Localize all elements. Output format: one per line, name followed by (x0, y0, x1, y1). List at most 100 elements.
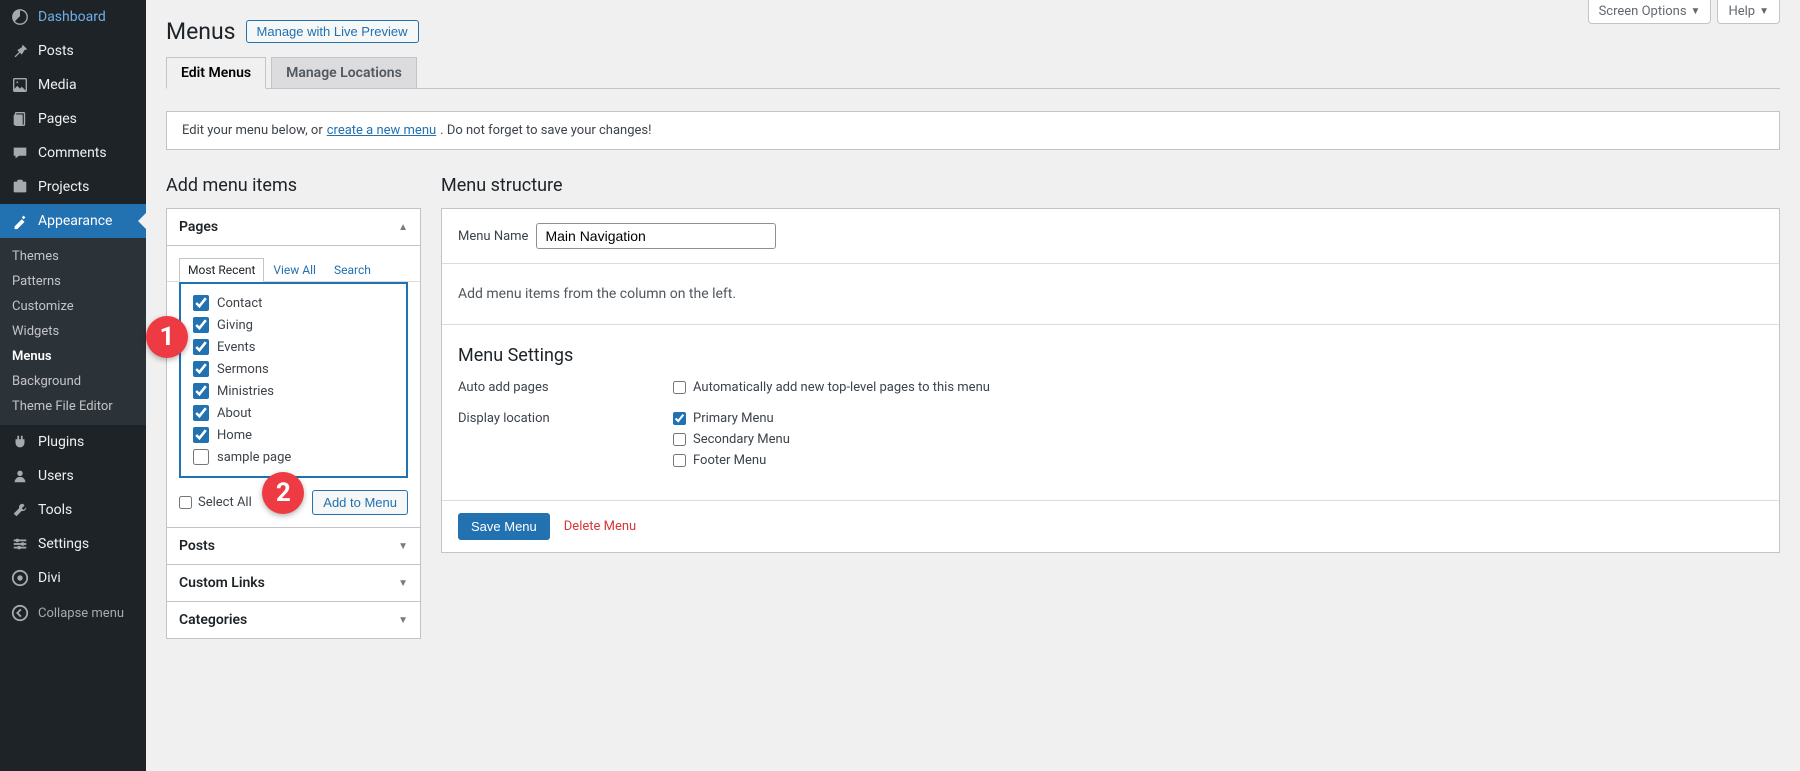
sidebar-sub-patterns[interactable]: Patterns (0, 269, 146, 294)
settings-icon (10, 534, 30, 554)
appearance-icon (10, 211, 30, 231)
menu-empty-message: Add menu items from the column on the le… (442, 264, 1779, 325)
display-location-option[interactable]: Secondary Menu (673, 432, 790, 447)
sidebar-sub-background[interactable]: Background (0, 369, 146, 394)
metabox-pages: Pages ▲ 1 Most Recent View All Search Co… (166, 208, 421, 527)
select-all-control[interactable]: Select All (179, 495, 252, 510)
sidebar-submenu-appearance: ThemesPatternsCustomizeWidgetsMenusBackg… (0, 238, 146, 425)
chevron-down-icon: ▼ (398, 541, 408, 552)
page-item-checkbox[interactable] (193, 339, 209, 355)
pages-checklist: Contact Giving EventsSermonsMinistries Abou… (179, 282, 408, 478)
users-icon (10, 466, 30, 486)
display-location-option[interactable]: Footer Menu (673, 453, 790, 468)
tab-most-recent[interactable]: Most Recent (179, 258, 264, 282)
metabox-pages-toggle[interactable]: Pages ▲ (167, 209, 420, 246)
sidebar-item-posts[interactable]: Posts (0, 34, 146, 68)
annotation-badge-1: 1 (146, 316, 188, 358)
sidebar-item-tools[interactable]: Tools (0, 493, 146, 527)
page-item[interactable]: Ministries (181, 380, 406, 402)
select-all-checkbox[interactable] (179, 496, 192, 509)
page-item[interactable]: About (181, 402, 406, 424)
metabox-categories-toggle[interactable]: Categories ▼ (167, 602, 420, 638)
delete-menu-link[interactable]: Delete Menu (564, 519, 636, 534)
sidebar-item-label: Comments (38, 145, 107, 161)
screen-meta-links: Screen Options ▼ Help ▼ (1588, 0, 1780, 24)
display-location-checkbox[interactable] (673, 433, 686, 446)
auto-add-pages-option[interactable]: Automatically add new top-level pages to… (673, 380, 990, 395)
sidebar-item-comments[interactable]: Comments (0, 136, 146, 170)
display-location-checkbox[interactable] (673, 412, 686, 425)
dashboard-icon (10, 7, 30, 27)
sidebar-item-label: Divi (38, 570, 61, 586)
admin-sidebar: DashboardPosts Media Pages Comments Projects… (0, 0, 146, 771)
auto-add-pages-label: Auto add pages (458, 380, 673, 395)
divi-icon (10, 568, 30, 588)
page-item-label: About (217, 406, 252, 421)
sidebar-item-label: Appearance (38, 213, 112, 229)
comments-icon (10, 143, 30, 163)
page-item[interactable]: Giving (181, 314, 406, 336)
page-item[interactable]: sample page (181, 446, 406, 468)
tab-manage-locations[interactable]: Manage Locations (271, 57, 417, 89)
add-to-menu-button[interactable]: Add to Menu (312, 490, 408, 515)
plugins-icon (10, 432, 30, 452)
sidebar-item-dashboard[interactable]: Dashboard (0, 0, 146, 34)
page-item[interactable]: Events (181, 336, 406, 358)
page-item-label: sample page (217, 450, 291, 465)
sidebar-item-media[interactable]: Media (0, 68, 146, 102)
sidebar-item-projects[interactable]: Projects (0, 170, 146, 204)
page-item-checkbox[interactable] (193, 361, 209, 377)
page-item-label: Giving (217, 318, 253, 333)
save-menu-button[interactable]: Save Menu (458, 513, 550, 540)
page-item-checkbox[interactable] (193, 405, 209, 421)
metabox-posts-toggle[interactable]: Posts ▼ (167, 528, 420, 564)
page-item-checkbox[interactable] (193, 383, 209, 399)
page-item-checkbox[interactable] (193, 295, 209, 311)
metabox-categories: Categories ▼ (166, 601, 421, 639)
sidebar-item-plugins[interactable]: Plugins (0, 425, 146, 459)
page-item[interactable]: Contact (181, 292, 406, 314)
sidebar-item-divi[interactable]: Divi (0, 561, 146, 595)
menu-name-input[interactable] (536, 223, 776, 249)
page-item-checkbox[interactable] (193, 427, 209, 443)
sidebar-item-appearance[interactable]: Appearance (0, 204, 146, 238)
projects-icon (10, 177, 30, 197)
help-tab[interactable]: Help ▼ (1717, 0, 1780, 24)
sidebar-item-label: Media (38, 77, 77, 93)
sidebar-item-label: Pages (38, 111, 77, 127)
sidebar-sub-themes[interactable]: Themes (0, 244, 146, 269)
tab-view-all[interactable]: View All (264, 258, 325, 281)
tab-search[interactable]: Search (325, 258, 380, 281)
page-item-label: Home (217, 428, 252, 443)
collapse-menu-button[interactable]: Collapse menu (0, 595, 146, 631)
screen-options-tab[interactable]: Screen Options ▼ (1588, 0, 1712, 24)
collapse-menu-label: Collapse menu (38, 606, 124, 621)
tab-edit-menus[interactable]: Edit Menus (166, 57, 266, 89)
create-new-menu-link[interactable]: create a new menu (327, 123, 436, 138)
page-item[interactable]: Home (181, 424, 406, 446)
auto-add-pages-checkbox[interactable] (673, 381, 686, 394)
menu-edit-panel: Menu Name Add menu items from the column… (441, 208, 1780, 553)
sidebar-item-label: Tools (38, 502, 72, 518)
sidebar-sub-theme-file-editor[interactable]: Theme File Editor (0, 394, 146, 419)
chevron-down-icon: ▼ (1691, 6, 1701, 17)
page-item[interactable]: Sermons (181, 358, 406, 380)
annotation-badge-2: 2 (262, 472, 304, 514)
sidebar-item-pages[interactable]: Pages (0, 102, 146, 136)
display-location-option[interactable]: Primary Menu (673, 411, 790, 426)
page-item-checkbox[interactable] (193, 317, 209, 333)
live-preview-button[interactable]: Manage with Live Preview (246, 20, 419, 43)
page-item-label: Contact (217, 296, 262, 311)
sidebar-sub-widgets[interactable]: Widgets (0, 319, 146, 344)
page-item-checkbox[interactable] (193, 449, 209, 465)
add-menu-items-heading: Add menu items (166, 175, 421, 196)
metabox-custom-links-toggle[interactable]: Custom Links ▼ (167, 565, 420, 601)
sidebar-sub-customize[interactable]: Customize (0, 294, 146, 319)
display-location-checkbox[interactable] (673, 454, 686, 467)
sidebar-item-users[interactable]: Users (0, 459, 146, 493)
sidebar-sub-menus[interactable]: Menus (0, 344, 146, 369)
display-location-label: Display location (458, 411, 673, 426)
sidebar-item-settings[interactable]: Settings (0, 527, 146, 561)
chevron-down-icon: ▼ (398, 615, 408, 626)
metabox-posts: Posts ▼ (166, 527, 421, 564)
